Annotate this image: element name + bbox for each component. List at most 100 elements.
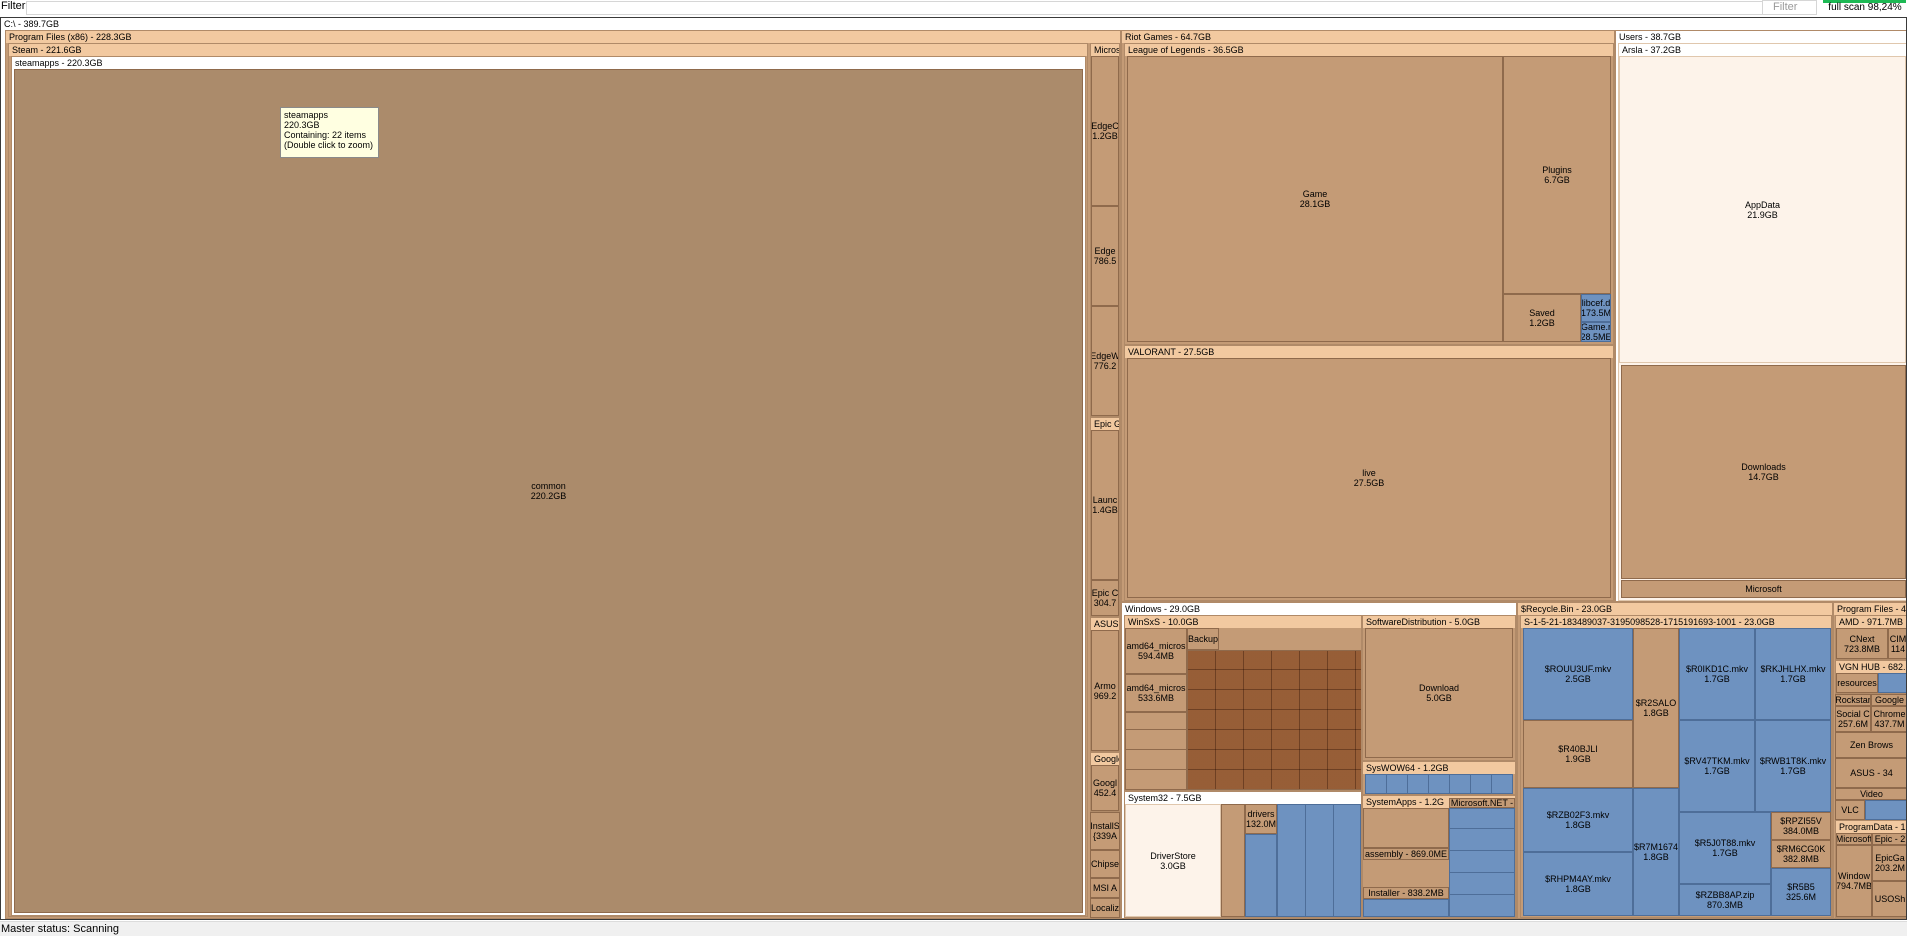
folder-launcher[interactable]: Launc 1.4GB	[1091, 430, 1119, 580]
folder-edgewebview[interactable]: EdgeW 776.2	[1091, 306, 1119, 416]
folder-winsxs[interactable]: WinSxS - 10.0GB amd64_micros 594.4MB amd6…	[1124, 615, 1362, 791]
folder-armoury[interactable]: Armo 969.2	[1091, 630, 1119, 751]
folder-amd64-a[interactable]: amd64_micros 594.4MB	[1125, 628, 1187, 674]
folder-chipset[interactable]: Chipse	[1090, 850, 1120, 878]
file-game-r[interactable]: Game.r 28.5ME	[1581, 322, 1611, 342]
folder-steam[interactable]: Steam - 221.6GB steamapps - 220.3GB comm…	[8, 43, 1088, 917]
file-rwb1t8k[interactable]: $RWB1T8K.mkv 1.7GB	[1755, 720, 1831, 812]
file-rhpm4ay[interactable]: $RHPM4AY.mkv 1.8GB	[1523, 852, 1633, 916]
folder-social-club[interactable]: Social C 257.6M	[1835, 706, 1871, 732]
folder-google-inner[interactable]: Googl 452.4	[1091, 765, 1119, 811]
folder-programdata[interactable]: ProgramData - 1.4 Microsoft Epic - 2 Win…	[1835, 820, 1906, 918]
folder-game[interactable]: Game 28.1GB	[1127, 56, 1503, 342]
folder-league-of-legends[interactable]: League of Legends - 36.5GB Game 28.1GB Pl…	[1124, 43, 1614, 345]
installer-files[interactable]	[1363, 899, 1449, 917]
folder-asus[interactable]: ASUS Armo 969.2	[1090, 617, 1120, 752]
folder-live[interactable]: live 27.5GB	[1127, 358, 1611, 598]
file-r2salo[interactable]: $R2SALO 1.8GB	[1633, 628, 1679, 788]
file-rzb02f3[interactable]: $RZB02F3.mkv 1.8GB	[1523, 788, 1633, 852]
folder-cnext[interactable]: CNext 723.8MB	[1836, 628, 1888, 659]
folder-epic-pd[interactable]: Epic - 2	[1872, 833, 1906, 845]
folder-program-files-x86[interactable]: Program Files (x86) - 228.3GB Steam - 22…	[5, 30, 1121, 919]
folder-epicgames-pd[interactable]: EpicGa 203.2M	[1872, 845, 1906, 881]
folder-users[interactable]: Users - 38.7GB Arsla - 37.2GB AppData 21.…	[1615, 30, 1906, 602]
folder-softwaredistribution[interactable]: SoftwareDistribution - 5.0GB Download 5.0…	[1362, 615, 1516, 761]
folder-amd[interactable]: AMD - 971.7MB CNext 723.8MB CIM 114	[1835, 615, 1906, 660]
folder-resources[interactable]: resources	[1836, 673, 1878, 693]
file-vgn[interactable]	[1878, 673, 1906, 693]
treemap[interactable]: C:\ - 389.7GB Program Files (x86) - 228.…	[0, 17, 1907, 920]
filter-search-box[interactable]: Filter	[1762, 0, 1817, 15]
folder-program-files[interactable]: Program Files - 4. AMD - 971.7MB CNext 72…	[1833, 602, 1906, 919]
folder-valorant[interactable]: VALORANT - 27.5GB live 27.5GB	[1124, 345, 1614, 601]
file-r5b5[interactable]: $R5B5 325.6M	[1771, 868, 1831, 916]
cell-size: 1.8GB	[1565, 884, 1591, 894]
folder-drivers[interactable]: drivers 132.0M	[1245, 804, 1277, 834]
folder-assembly[interactable]: assembly - 869.0ME	[1363, 848, 1449, 860]
folder-video[interactable]: Video	[1835, 788, 1906, 800]
folder-system32[interactable]: System32 - 7.5GB DriverStore 3.0GB driver…	[1124, 791, 1362, 918]
file-r40bjli[interactable]: $R40BJLI 1.9GB	[1523, 720, 1633, 788]
syswow64-files[interactable]	[1365, 774, 1513, 794]
folder-plugins[interactable]: Plugins 6.7GB	[1503, 56, 1611, 294]
folder-microsoft-pd[interactable]: Microsoft	[1836, 833, 1872, 845]
folder-epic-games[interactable]: Epic Ga Launc1.4GB Epic C304.7	[1090, 417, 1120, 617]
folder-appdata[interactable]: AppData 21.9GB	[1619, 56, 1906, 363]
folder-microsoft[interactable]: Microso EdgeC1.2GB Edge786.5 EdgeW776.2	[1090, 43, 1120, 417]
file-rzbb8ap[interactable]: $RZBB8AP.zip 870.3MB	[1679, 884, 1771, 916]
folder-amd64-b[interactable]: amd64_micros 533.6MB	[1125, 674, 1187, 712]
file-libcef[interactable]: libcef.d 173.5M	[1581, 294, 1611, 322]
dotnet-files[interactable]	[1449, 808, 1515, 917]
folder-usoshared[interactable]: USOSh	[1872, 881, 1906, 917]
folder-vgn-hub[interactable]: VGN HUB - 682. resources	[1835, 660, 1906, 694]
folder-epic-online[interactable]: Epic C 304.7	[1091, 580, 1119, 616]
file-rv47tkm[interactable]: $RV47TKM.mkv 1.7GB	[1679, 720, 1755, 812]
folder-installshield[interactable]: InstallS {339A	[1090, 812, 1120, 850]
folder-rockstar[interactable]: Rockstar	[1835, 694, 1871, 706]
folder-user-sid[interactable]: S-1-5-21-183489037-3195098528-1715191693…	[1520, 615, 1832, 918]
file-rkjhlhx[interactable]: $RKJHLHX.mkv 1.7GB	[1755, 628, 1831, 720]
folder-zen-browser[interactable]: Zen Brows	[1835, 732, 1906, 758]
file-r5j0t88[interactable]: $R5J0T88.mkv 1.7GB	[1679, 812, 1771, 884]
folder-windows-pd[interactable]: Window 794.7MB	[1836, 845, 1872, 917]
folder-edgecore[interactable]: EdgeC 1.2GB	[1091, 56, 1119, 206]
folder-microsoft-user[interactable]: Microsoft	[1621, 580, 1906, 598]
file-r0ikd1c[interactable]: $R0IKD1C.mkv 1.7GB	[1679, 628, 1755, 720]
folder-installer[interactable]: Installer - 838.2MB	[1363, 887, 1449, 899]
system32-files[interactable]	[1277, 804, 1361, 917]
folder-arsla[interactable]: Arsla - 37.2GB AppData 21.9GB Downloads 14…	[1618, 43, 1906, 601]
cell-size: 21.9GB	[1747, 209, 1778, 220]
folder-msi[interactable]: MSI A	[1090, 878, 1120, 898]
folder-google-pf[interactable]: Google	[1871, 694, 1906, 706]
folder-google[interactable]: Google Googl452.4	[1090, 752, 1120, 812]
folder-systemapps[interactable]: SystemApps - 1.2G Microsoft.NET - assemb…	[1362, 795, 1516, 918]
folder-downloads[interactable]: Downloads 14.7GB	[1621, 365, 1906, 579]
folder-riot-games[interactable]: Riot Games - 64.7GB League of Legends - …	[1121, 30, 1615, 602]
folder-windows[interactable]: Windows - 29.0GB WinSxS - 10.0GB amd64_m…	[1121, 602, 1517, 919]
folder-common[interactable]: common 220.2GB	[14, 69, 1083, 913]
folder-driverstore[interactable]: DriverStore 3.0GB	[1125, 804, 1221, 917]
file-rouu3uf[interactable]: $ROUU3UF.mkv 2.5GB	[1523, 628, 1633, 720]
file-rpzi55v[interactable]: $RPZI55V 384.0MB	[1771, 812, 1831, 840]
folder-asus-pf[interactable]: ASUS - 34	[1835, 758, 1906, 788]
folder-steamapps[interactable]: steamapps - 220.3GB common 220.2GB	[11, 56, 1086, 916]
system32-dlls[interactable]	[1245, 834, 1277, 917]
folder-edge[interactable]: Edge 786.5	[1091, 206, 1119, 306]
folder-backup[interactable]: Backup	[1187, 628, 1219, 650]
winsxs-components-left[interactable]	[1125, 712, 1187, 790]
folder-localization[interactable]: Localiz	[1090, 898, 1120, 918]
systemapps-grid[interactable]	[1363, 808, 1449, 848]
folder-syswow64[interactable]: SysWOW64 - 1.2GB	[1362, 761, 1516, 795]
file-rm6cg0k[interactable]: $RM6CG0K 382.8MB	[1771, 840, 1831, 868]
folder-saved[interactable]: Saved 1.2GB	[1503, 294, 1581, 342]
folder-chrome[interactable]: Chrome 437.7M	[1871, 706, 1906, 732]
file-r7m1674[interactable]: $R7M1674 1.8GB	[1633, 788, 1679, 916]
filter-input[interactable]	[26, 1, 1784, 15]
folder-recycle-bin[interactable]: $Recycle.Bin - 23.0GB S-1-5-21-183489037…	[1517, 602, 1833, 919]
file-bonjour[interactable]	[1865, 800, 1906, 820]
system32-misc[interactable]	[1221, 804, 1245, 917]
folder-download[interactable]: Download 5.0GB	[1365, 628, 1513, 758]
folder-cim[interactable]: CIM 114	[1888, 628, 1906, 659]
folder-vlc[interactable]: VLC	[1835, 800, 1865, 820]
winsxs-components-grid[interactable]	[1187, 650, 1361, 790]
